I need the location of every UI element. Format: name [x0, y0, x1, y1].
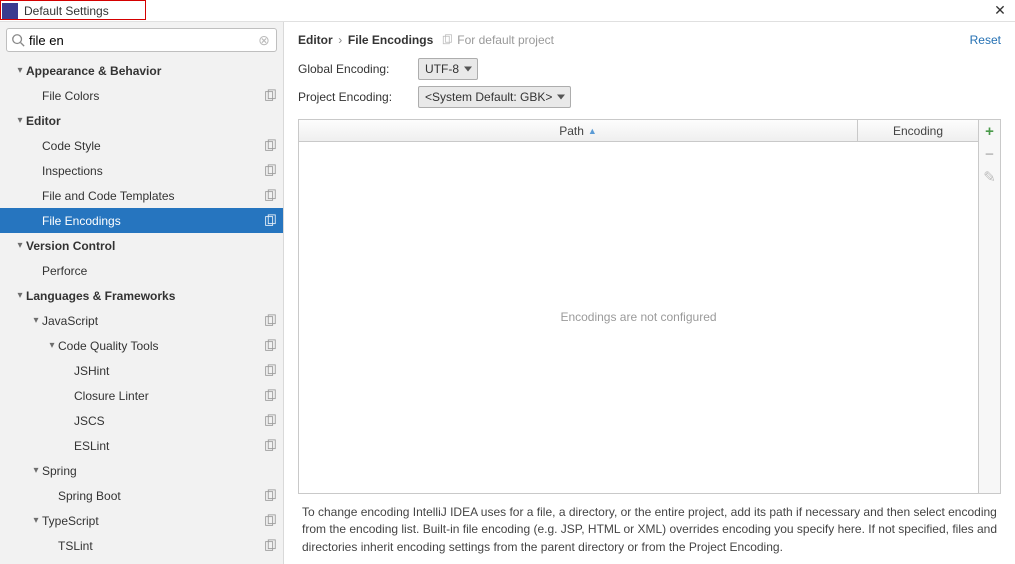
project-level-icon [263, 89, 277, 103]
tree-item[interactable]: Inspections [0, 158, 283, 183]
tree-item-label: Version Control [26, 239, 277, 253]
tree-item[interactable]: TSLint [0, 533, 283, 558]
table-actions: + − ✎ [978, 120, 1000, 493]
tree-item-label: File Encodings [42, 214, 263, 228]
project-level-icon [263, 364, 277, 378]
tree-item[interactable]: Code Style [0, 133, 283, 158]
project-level-icon [263, 164, 277, 178]
remove-button[interactable]: − [985, 147, 994, 162]
tree-item-label: Code Quality Tools [58, 339, 263, 353]
project-level-icon [263, 514, 277, 528]
tree-item-label: JavaScript [42, 314, 263, 328]
tree-item[interactable]: Perforce [0, 258, 283, 283]
col-encoding[interactable]: Encoding [858, 120, 978, 141]
tree-item-label: TSLint [58, 539, 263, 553]
tree-item[interactable]: File and Code Templates [0, 183, 283, 208]
project-encoding-label: Project Encoding: [298, 90, 408, 104]
search-input[interactable] [25, 33, 256, 48]
project-level-icon [263, 339, 277, 353]
tree-item[interactable]: ESLint [0, 433, 283, 458]
project-level-icon [263, 214, 277, 228]
project-level-icon [263, 414, 277, 428]
title-bar: Default Settings ✕ [0, 0, 1015, 22]
tree-item-label: File Colors [42, 89, 263, 103]
project-level-icon [263, 539, 277, 553]
chevron-down-icon: ▾ [14, 115, 26, 126]
tree-item-label: Spring [42, 464, 277, 478]
add-button[interactable]: + [985, 124, 994, 139]
project-scope-note: For default project [441, 33, 554, 47]
app-icon [2, 3, 18, 19]
project-level-icon [263, 139, 277, 153]
tree-item-label: Closure Linter [74, 389, 263, 403]
tree-item[interactable]: Closure Linter [0, 383, 283, 408]
copy-icon [441, 34, 453, 46]
tree-item[interactable]: Spring Boot [0, 483, 283, 508]
tree-item-label: TypeScript [42, 514, 263, 528]
tree-item[interactable]: ▾Editor [0, 108, 283, 133]
sort-asc-icon: ▲ [588, 126, 597, 136]
edit-button[interactable]: ✎ [983, 170, 996, 185]
tree-item-label: ESLint [74, 439, 263, 453]
settings-tree: ▾Appearance & BehaviorFile Colors▾Editor… [0, 56, 283, 564]
tree-item-label: Code Style [42, 139, 263, 153]
tree-item[interactable]: File Encodings [0, 208, 283, 233]
project-level-icon [263, 439, 277, 453]
crumb-parent: Editor [298, 33, 333, 47]
tree-item[interactable]: JSCS [0, 408, 283, 433]
tree-item[interactable]: ▾Code Quality Tools [0, 333, 283, 358]
project-level-icon [263, 489, 277, 503]
crumb-child: File Encodings [348, 33, 433, 47]
chevron-down-icon: ▾ [30, 315, 42, 326]
tree-item[interactable]: ▾Languages & Frameworks [0, 283, 283, 308]
tree-item[interactable]: ▾Version Control [0, 233, 283, 258]
clear-search-icon[interactable]: ⊗ [256, 32, 272, 49]
tree-item-label: Perforce [42, 264, 277, 278]
tree-item-label: Editor [26, 114, 277, 128]
project-level-icon [263, 314, 277, 328]
project-level-icon [263, 389, 277, 403]
tree-item[interactable]: JSHint [0, 358, 283, 383]
tree-item-label: File and Code Templates [42, 189, 263, 203]
window-title: Default Settings [24, 4, 985, 18]
col-path[interactable]: Path▲ [299, 120, 858, 141]
global-encoding-label: Global Encoding: [298, 62, 408, 76]
chevron-down-icon: ▾ [30, 465, 42, 476]
breadcrumb: Editor › File Encodings [298, 32, 433, 47]
tree-item[interactable]: File Colors [0, 83, 283, 108]
table-empty-message: Encodings are not configured [299, 142, 978, 493]
tree-item[interactable]: ▾JavaScript [0, 308, 283, 333]
sidebar: ⊗ ▾Appearance & BehaviorFile Colors▾Edit… [0, 22, 284, 564]
tree-item-label: Languages & Frameworks [26, 289, 277, 303]
global-encoding-select[interactable]: UTF-8 [418, 58, 478, 80]
tree-item-label: JSCS [74, 414, 263, 428]
tree-item[interactable]: ▾Spring [0, 458, 283, 483]
tree-item[interactable]: ▾Appearance & Behavior [0, 58, 283, 83]
tree-item[interactable]: ▾TypeScript [0, 508, 283, 533]
search-input-wrap[interactable]: ⊗ [6, 28, 277, 52]
close-icon[interactable]: ✕ [985, 2, 1015, 19]
content-pane: Editor › File Encodings For default proj… [284, 22, 1015, 564]
project-level-icon [263, 189, 277, 203]
chevron-down-icon: ▾ [14, 290, 26, 301]
tree-item-label: Inspections [42, 164, 263, 178]
chevron-down-icon: ▾ [14, 65, 26, 76]
crumb-sep: › [338, 33, 342, 47]
chevron-down-icon: ▾ [46, 340, 58, 351]
table-header: Path▲ Encoding [299, 120, 978, 142]
help-text: To change encoding IntelliJ IDEA uses fo… [284, 494, 1015, 564]
tree-item-label: Appearance & Behavior [26, 64, 277, 78]
search-icon [11, 33, 25, 47]
project-encoding-select[interactable]: <System Default: GBK> [418, 86, 571, 108]
tree-item-label: JSHint [74, 364, 263, 378]
chevron-down-icon: ▾ [30, 515, 42, 526]
chevron-down-icon: ▾ [14, 240, 26, 251]
tree-item-label: Spring Boot [58, 489, 263, 503]
encodings-table: Path▲ Encoding Encodings are not configu… [298, 119, 1001, 494]
reset-link[interactable]: Reset [970, 33, 1001, 47]
